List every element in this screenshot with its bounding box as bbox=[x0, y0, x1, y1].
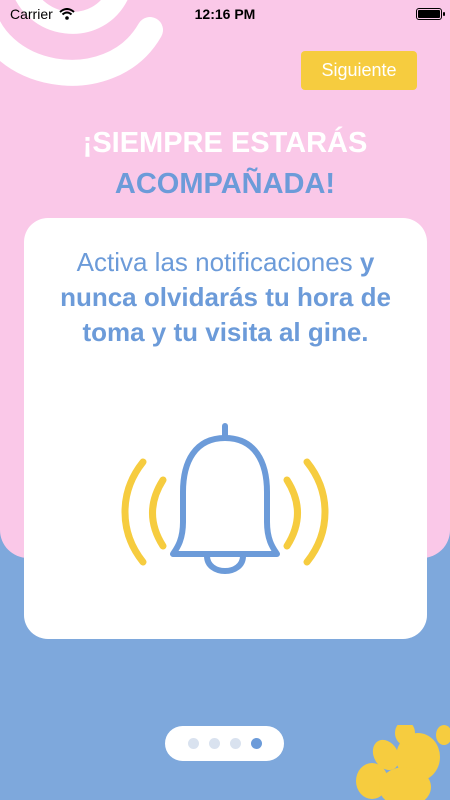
card-text-regular: Activa las notificaciones bbox=[76, 247, 360, 277]
bell-ringing-icon bbox=[121, 423, 329, 574]
page-dot-active[interactable] bbox=[250, 738, 262, 749]
next-button[interactable]: Siguiente bbox=[301, 51, 417, 90]
battery-level bbox=[418, 10, 440, 18]
page-dot[interactable] bbox=[229, 738, 241, 749]
info-card: Activa las notificaciones y nunca olvida… bbox=[24, 218, 427, 639]
headline: ¡SIEMPRE ESTARÁS ACOMPAÑADA! bbox=[0, 123, 450, 205]
page-indicator bbox=[165, 726, 284, 761]
headline-line-2: ACOMPAÑADA! bbox=[114, 168, 336, 200]
status-bar: Carrier 12:16 PM bbox=[0, 0, 450, 28]
status-left: Carrier bbox=[10, 6, 75, 22]
wifi-icon bbox=[59, 8, 75, 20]
page-dot[interactable] bbox=[208, 738, 220, 749]
battery-icon bbox=[416, 8, 445, 20]
page-dot[interactable] bbox=[187, 738, 199, 749]
card-text: Activa las notificaciones y nunca olvida… bbox=[54, 245, 397, 350]
headline-line-1: ¡SIEMPRE ESTARÁS bbox=[82, 127, 368, 159]
carrier-label: Carrier bbox=[10, 6, 53, 22]
decorative-splash bbox=[356, 725, 450, 800]
